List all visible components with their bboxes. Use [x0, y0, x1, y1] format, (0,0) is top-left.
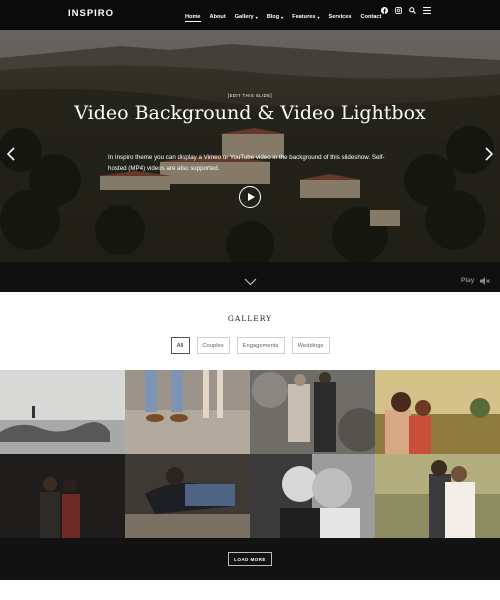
nav-item-gallery[interactable]: Gallery ▾: [235, 9, 258, 25]
nav-item-label: Features: [292, 14, 316, 20]
load-more-button[interactable]: LOAD MORE: [228, 552, 272, 566]
play-label[interactable]: Play: [461, 277, 474, 284]
nav-item-label: Services: [328, 14, 352, 20]
nav-item-label: Blog: [266, 14, 280, 20]
header-icons: [381, 7, 431, 14]
hero-description: In Inspiro theme you can display a Vimeo…: [108, 154, 385, 172]
nav-item-label: Contact: [360, 14, 382, 20]
gallery-item[interactable]: [125, 454, 250, 538]
nav-item-label: About: [209, 14, 226, 20]
menu-icon[interactable]: [423, 7, 431, 14]
nav-item-home[interactable]: Home: [185, 9, 201, 25]
gallery-item[interactable]: [375, 454, 500, 538]
instagram-icon[interactable]: [395, 7, 402, 14]
gallery-item[interactable]: [250, 370, 375, 454]
filter-engagements[interactable]: Engagements: [236, 337, 285, 354]
gallery-item[interactable]: [375, 370, 500, 454]
nav-item-about[interactable]: About: [210, 9, 226, 25]
gallery-item[interactable]: [250, 454, 375, 538]
scroll-down-icon[interactable]: [244, 278, 257, 286]
filter-label: Engagements: [242, 342, 279, 349]
chevron-down-icon: ▾: [255, 14, 258, 20]
gallery-filters: All Couples Engagements Weddings: [0, 337, 500, 354]
chevron-down-icon: ▾: [317, 14, 320, 20]
search-icon[interactable]: [409, 7, 416, 14]
site-header: INSPIRO Home About Gallery ▾ Blog ▾ Featur…: [0, 0, 500, 30]
filter-weddings[interactable]: Weddings: [291, 337, 330, 354]
hero-title: Video Background & Video Lightbox: [74, 102, 426, 124]
filter-label: All: [176, 342, 184, 349]
nav-item-label: Home: [185, 14, 201, 20]
chevron-left-icon[interactable]: [6, 147, 16, 161]
nav-item-features[interactable]: Features ▾: [292, 9, 319, 25]
filter-couples[interactable]: Couples: [196, 337, 230, 354]
gallery-item[interactable]: [0, 370, 125, 454]
nav-item-label: Gallery: [234, 14, 254, 20]
nav-item-contact[interactable]: Contact: [361, 9, 382, 25]
chevron-right-icon[interactable]: [484, 147, 494, 161]
filter-all[interactable]: All: [170, 337, 190, 354]
nav-item-services[interactable]: Services: [329, 9, 352, 25]
gallery-item[interactable]: [125, 370, 250, 454]
edit-slide-link[interactable]: [EDIT THIS SLIDE]: [0, 93, 500, 98]
facebook-icon[interactable]: [381, 7, 388, 14]
filter-label: Couples: [202, 342, 224, 349]
hero-background-image: [0, 30, 500, 262]
filter-label: Weddings: [297, 342, 324, 349]
nav-item-blog[interactable]: Blog ▾: [267, 9, 283, 25]
hero-slideshow: [EDIT THIS SLIDE] Video Background & Vid…: [0, 30, 500, 292]
gallery-title: GALLERY: [227, 314, 273, 323]
site-logo[interactable]: INSPIRO: [68, 8, 114, 19]
video-play-button[interactable]: [239, 186, 261, 208]
gallery-item[interactable]: [0, 454, 125, 538]
main-nav: Home About Gallery ▾ Blog ▾ Features ▾ Serv…: [185, 9, 381, 25]
chevron-down-icon: ▾: [281, 14, 284, 20]
volume-mute-icon[interactable]: [480, 277, 490, 285]
hero-control-bar: [0, 262, 500, 292]
